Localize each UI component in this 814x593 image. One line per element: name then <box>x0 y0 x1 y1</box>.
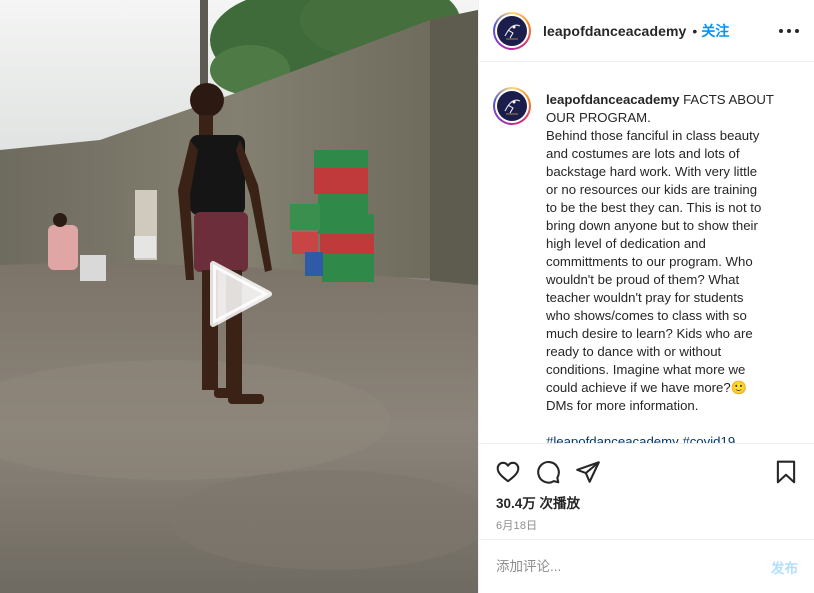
follow-button[interactable]: 关注 <box>701 21 729 41</box>
heart-icon <box>496 461 520 483</box>
caption-line: or no resources our kids are training <box>546 182 758 197</box>
academy-logo <box>497 91 527 121</box>
more-options-button[interactable] <box>779 22 799 40</box>
comment-icon <box>537 461 560 484</box>
avatar[interactable] <box>493 11 531 50</box>
more-options-icon <box>779 29 783 33</box>
save-button[interactable] <box>773 459 799 485</box>
caption-line: DMs for more information. <box>546 398 699 413</box>
play-icon <box>210 261 272 327</box>
caption-username[interactable]: leapofdanceacademy <box>546 92 679 107</box>
caption-line: OUR PROGRAM. <box>546 110 651 125</box>
caption-text: leapofdanceacademy FACTS ABOUT OUR PROGR… <box>546 91 791 443</box>
post-date[interactable]: 6月18日 <box>496 517 537 533</box>
caption-avatar[interactable] <box>493 87 531 125</box>
share-icon <box>576 461 600 483</box>
caption-line: ready to dance with or without <box>546 344 722 359</box>
comment-bar: 发布 <box>479 539 814 593</box>
view-count[interactable]: 30.4万 次播放 <box>496 492 580 512</box>
caption-line: who shows/comes to class with so <box>546 308 747 323</box>
header-username[interactable]: leapofdanceacademy <box>543 23 686 39</box>
caption-section[interactable]: leapofdanceacademy FACTS ABOUT OUR PROGR… <box>479 63 814 443</box>
action-bar: 30.4万 次播放 6月18日 <box>479 443 814 539</box>
bookmark-icon <box>776 460 796 484</box>
post-video[interactable] <box>0 0 478 593</box>
caption-line: conditions. Imagine what more we <box>546 362 746 377</box>
caption-line: high level of dedication and <box>546 236 706 251</box>
caption-line: to be the best they can. This is not to <box>546 200 762 215</box>
hashtags-link[interactable]: #leapofdanceacademy #covid19 <box>546 433 791 443</box>
caption-line: FACTS ABOUT <box>683 92 774 107</box>
caption-line: Behind those fanciful in class beauty <box>546 128 760 143</box>
caption-line: much desire to learn? Kids who are <box>546 326 753 341</box>
caption-line: could achieve if we have more?🙂 <box>546 380 748 395</box>
caption-line: and costumes are lots and lots of <box>546 146 740 161</box>
caption-line: bring down anyone but to show their <box>546 218 758 233</box>
comment-input[interactable] <box>496 559 746 574</box>
caption-line: wouldn't be proud of them? What <box>546 272 740 287</box>
caption-line: backstage hard work. With very little <box>546 164 758 179</box>
caption-line: teacher wouldn't pray for students <box>546 290 744 305</box>
comment-button[interactable] <box>535 459 561 485</box>
academy-logo <box>497 15 527 46</box>
caption-line: committments to our program. Who <box>546 254 753 269</box>
separator-dot: • <box>692 22 698 39</box>
play-button[interactable] <box>207 258 275 330</box>
post-comment-button[interactable]: 发布 <box>771 557 798 577</box>
share-button[interactable] <box>575 459 601 485</box>
post-sidebar: leapofdanceacademy • 关注 leapofdanceacade… <box>478 0 814 593</box>
post-header: leapofdanceacademy • 关注 <box>479 0 814 62</box>
like-button[interactable] <box>495 459 521 485</box>
